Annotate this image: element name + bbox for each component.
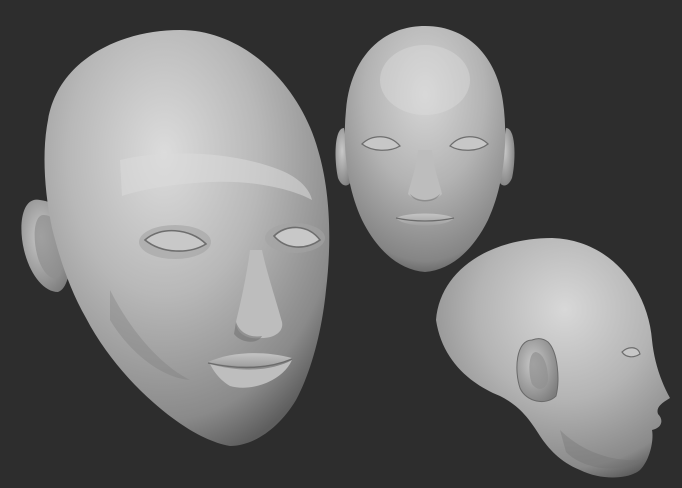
side-eye	[621, 347, 641, 358]
sculpt-render	[21, 26, 670, 478]
side-head	[436, 238, 670, 478]
front-forehead-highlight	[380, 45, 470, 115]
three-quarter-head	[21, 30, 330, 446]
sculpt-viewport	[0, 0, 682, 488]
front-head	[335, 26, 515, 272]
